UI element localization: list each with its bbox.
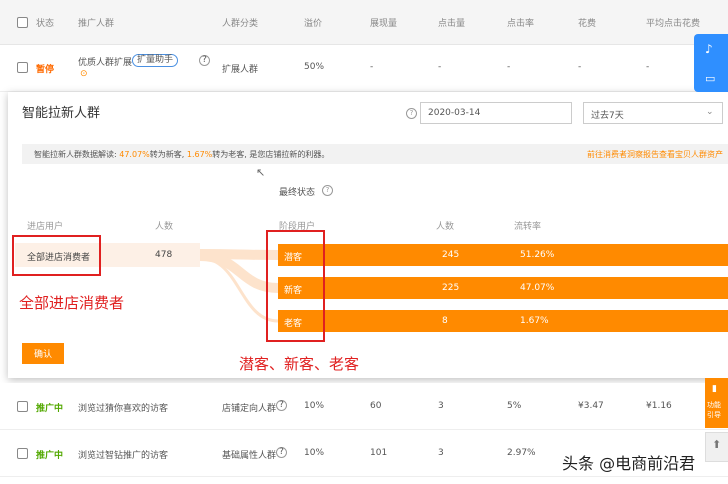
right-header-rate: 流转率 [514,222,542,232]
smart-acquisition-modal [8,92,728,378]
annotation-box-stages [266,230,325,342]
clicks: 3 [438,401,444,411]
col-premium: 溢价 [304,19,323,29]
status-label[interactable]: 推广中 [36,401,63,414]
source-count: 478 [155,250,173,260]
impressions: 101 [370,448,388,458]
help-icon[interactable]: ? [276,400,287,411]
help-icon[interactable]: ? [276,447,287,458]
premium: 10% [304,401,325,411]
row-checkbox[interactable] [17,62,28,73]
table-row: 暂停 优质人群扩展 扩量助手 ⊙ ? 扩展人群 50% - - - - - [0,45,728,92]
modal-title: 智能拉新人群 [22,106,101,121]
flow-bar-new: 新客 225 47.07% [278,277,728,299]
guide-button[interactable]: ▮ 功能引导 [705,378,728,428]
col-clicks: 点击量 [438,19,466,29]
audience-name: 浏览过猜你喜欢的访客 [78,404,169,414]
cost: - [578,62,582,72]
insight-banner: 智能拉新人群数据解读: 47.07%转为新客, 1.67%转为老客, 是您店铺拉… [22,144,728,164]
final-state-help-icon[interactable]: ? [322,185,333,196]
bell-icon[interactable]: ♪ [705,42,713,56]
help-icon[interactable]: ? [199,55,210,66]
left-header-count: 人数 [155,222,174,232]
banner-text: 智能拉新人群数据解读: 47.07%转为新客, 1.67%转为老客, 是您店铺拉… [34,150,330,159]
final-state-label: 最终状态 [279,188,316,198]
left-header-users: 进店用户 [27,222,64,232]
impressions: - [370,62,374,72]
col-impressions: 展现量 [370,19,398,29]
clicks: - [438,62,442,72]
premium: 50% [304,62,325,72]
side-toolbar: ♪ ▭ [694,34,728,92]
guide-icon: ▮ [712,384,717,394]
row-checkbox[interactable] [17,448,28,459]
table-row: 推广中 浏览过猜你喜欢的访客 店铺定向人群 ? 10% 60 3 5% ¥3.4… [0,383,728,430]
date-help-icon[interactable]: ? [406,108,417,119]
mouse-cursor-icon: ↖ [256,166,266,179]
expand-helper-tag[interactable]: 扩量助手 [132,54,179,67]
audience-name: 浏览过智钻推广的访客 [78,451,169,461]
status-label[interactable]: 推广中 [36,448,63,461]
avg-cpc: - [646,62,650,72]
range-select[interactable]: 过去7天 ⌄ [583,102,723,124]
category: 基础属性人群 [222,451,277,461]
annotation-source: 全部进店消费者 [19,294,125,312]
audience-name: 优质人群扩展 [78,58,133,68]
doc-icon[interactable]: ▭ [705,72,715,85]
col-category: 人群分类 [222,19,259,29]
col-audience: 推广人群 [78,19,115,29]
select-all-checkbox[interactable] [17,17,28,28]
ctr: 2.97% [507,448,536,458]
insight-report-link[interactable]: 前往消费者洞察报告查看宝贝人群资产 [587,149,723,160]
guide-label: 功能引导 [707,401,721,419]
col-cost: 花费 [578,19,597,29]
back-to-top-button[interactable]: ⬆ [705,432,728,462]
ctr: - [507,62,511,72]
date-input[interactable]: 2020-03-14 [420,102,572,124]
watermark: 头条 @电商前沿君 [562,454,696,473]
flow-bar-returning: 老客 8 1.67% [278,310,728,332]
chevron-down-icon: ⌄ [706,107,714,117]
ctr: 5% [507,401,522,411]
play-icon[interactable]: ⊙ [80,69,88,79]
table-header: 状态 推广人群 人群分类 溢价 展现量 点击量 点击率 花费 平均点击花费 [0,0,728,45]
confirm-button[interactable]: 确认 [22,343,64,364]
arrow-up-icon: ⬆ [712,438,722,451]
col-status: 状态 [36,19,55,29]
row-checkbox[interactable] [17,401,28,412]
avg-cpc: ¥1.16 [646,401,672,411]
clicks: 3 [438,448,444,458]
status-label[interactable]: 暂停 [36,62,54,75]
annotation-stages: 潜客、新客、老客 [239,355,360,373]
col-avg-cpc: 平均点击花费 [646,19,701,29]
flow-bar-potential: 潜客 245 51.26% [278,244,728,266]
cost: ¥3.47 [578,401,604,411]
impressions: 60 [370,401,382,411]
category: 店铺定向人群 [222,404,277,414]
right-header-count: 人数 [436,222,455,232]
category: 扩展人群 [222,65,259,75]
premium: 10% [304,448,325,458]
col-ctr: 点击率 [507,19,535,29]
annotation-box-source [12,235,101,276]
